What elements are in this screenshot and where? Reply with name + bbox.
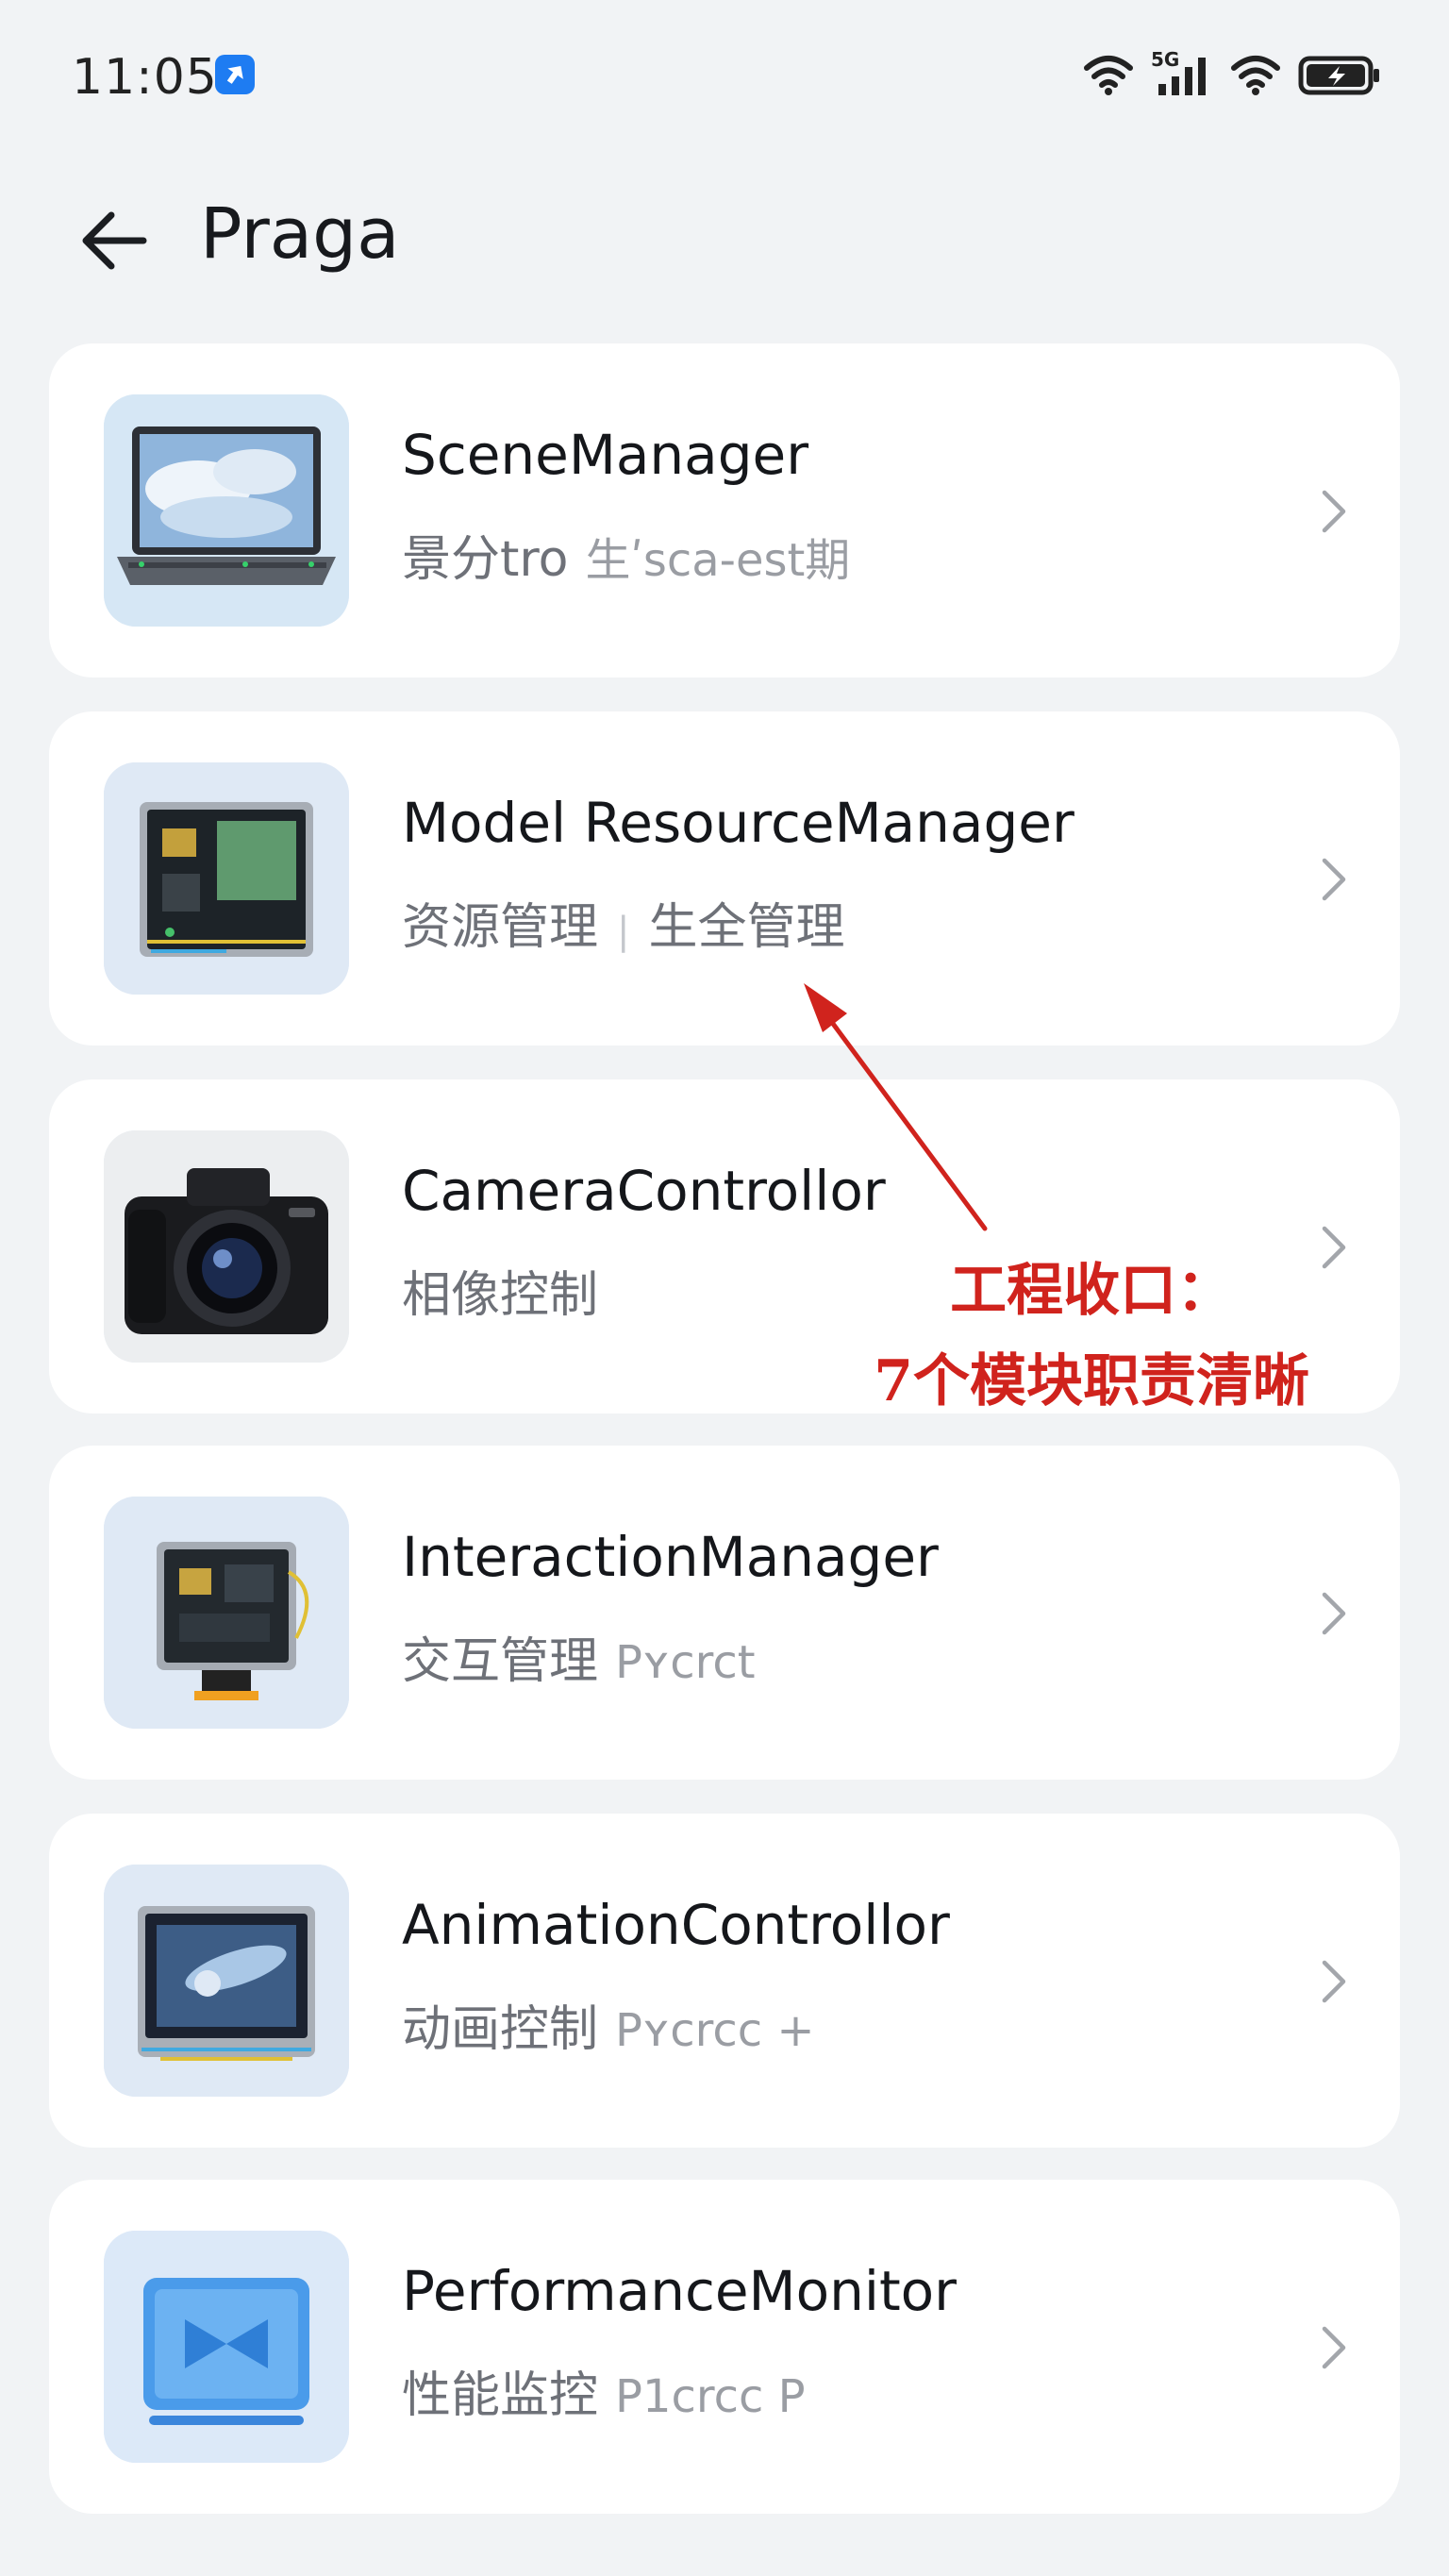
module-secondary-label: Pʏcrcc + <box>615 2004 815 2057</box>
cellular-signal-icon: 5G <box>1151 48 1213 99</box>
status-bar: 11:05 5G <box>0 0 1449 151</box>
module-title: AnimationControllor <box>402 1893 950 1957</box>
module-title: InteractionManager <box>402 1525 939 1589</box>
module-description: 交互管理 <box>402 1633 599 1690</box>
module-secondary-label: 生全管理 <box>648 899 845 956</box>
module-secondary-label: 生ʹsca-est期 <box>585 534 851 587</box>
module-card-camera-controllor[interactable]: CameraControllor 相像控制 <box>49 1079 1400 1413</box>
module-secondary-label: Pʏcrct <box>615 1636 756 1689</box>
separator: | <box>617 910 630 953</box>
circuit-board-thumbnail <box>104 762 349 995</box>
display-module-thumbnail <box>104 1865 349 2097</box>
chevron-right-icon <box>1322 858 1346 901</box>
module-card-interaction-manager[interactable]: InteractionManager 交互管理 Pʏcrct <box>49 1446 1400 1780</box>
chevron-right-icon <box>1322 1592 1346 1635</box>
circuit-module-thumbnail <box>104 1497 349 1729</box>
module-card-animation-controllor[interactable]: AnimationControllor 动画控制 Pʏcrcc + <box>49 1814 1400 2148</box>
module-description: 相像控制 <box>402 1267 599 1324</box>
app-notification-icon <box>215 55 255 94</box>
module-description: 性能监控 <box>402 2367 599 2424</box>
back-arrow-icon <box>82 211 147 270</box>
back-button[interactable] <box>74 198 158 283</box>
wifi-secondary-icon <box>1231 56 1280 95</box>
module-description: 景分tro <box>402 531 569 588</box>
module-title: Model ResourceManager <box>402 791 1074 855</box>
module-subtitle: 资源管理 | 生全管理 <box>402 887 845 958</box>
module-card-scene-manager[interactable]: SceneManager 景分tro 生ʹsca-est期 <box>49 343 1400 677</box>
module-subtitle: 性能监控 P1crcc P <box>402 2355 806 2426</box>
module-subtitle: 相像控制 <box>402 1255 598 1326</box>
battery-charging-icon <box>1298 56 1379 95</box>
chevron-right-icon <box>1322 1226 1346 1269</box>
module-card-performance-monitor[interactable]: PerformanceMonitor 性能监控 P1crcc P <box>49 2180 1400 2514</box>
status-time: 11:05 <box>72 49 218 106</box>
module-description: 资源管理 <box>402 899 599 956</box>
module-title: CameraControllor <box>402 1159 886 1223</box>
camera-thumbnail <box>104 1130 349 1363</box>
module-secondary-label: P1crcc P <box>615 2370 806 2423</box>
module-subtitle: 交互管理 Pʏcrct <box>402 1621 756 1692</box>
chevron-right-icon <box>1322 1960 1346 2003</box>
chevron-right-icon <box>1322 2326 1346 2369</box>
module-description: 动画控制 <box>402 2001 599 2058</box>
page-title: Praga <box>200 193 400 275</box>
chevron-right-icon <box>1322 490 1346 533</box>
wifi-icon <box>1084 56 1133 95</box>
video-panel-thumbnail <box>104 2231 349 2463</box>
app-header: Praga <box>0 160 1449 302</box>
laptop-thumbnail <box>104 394 349 627</box>
module-subtitle: 景分tro 生ʹsca-est期 <box>402 519 850 590</box>
module-title: PerformanceMonitor <box>402 2259 958 2323</box>
module-card-model-resource-manager[interactable]: Model ResourceManager 资源管理 | 生全管理 <box>49 711 1400 1045</box>
module-subtitle: 动画控制 Pʏcrcc + <box>402 1989 815 2060</box>
status-icons: 5G <box>1083 47 1381 104</box>
module-title: SceneManager <box>402 423 809 487</box>
